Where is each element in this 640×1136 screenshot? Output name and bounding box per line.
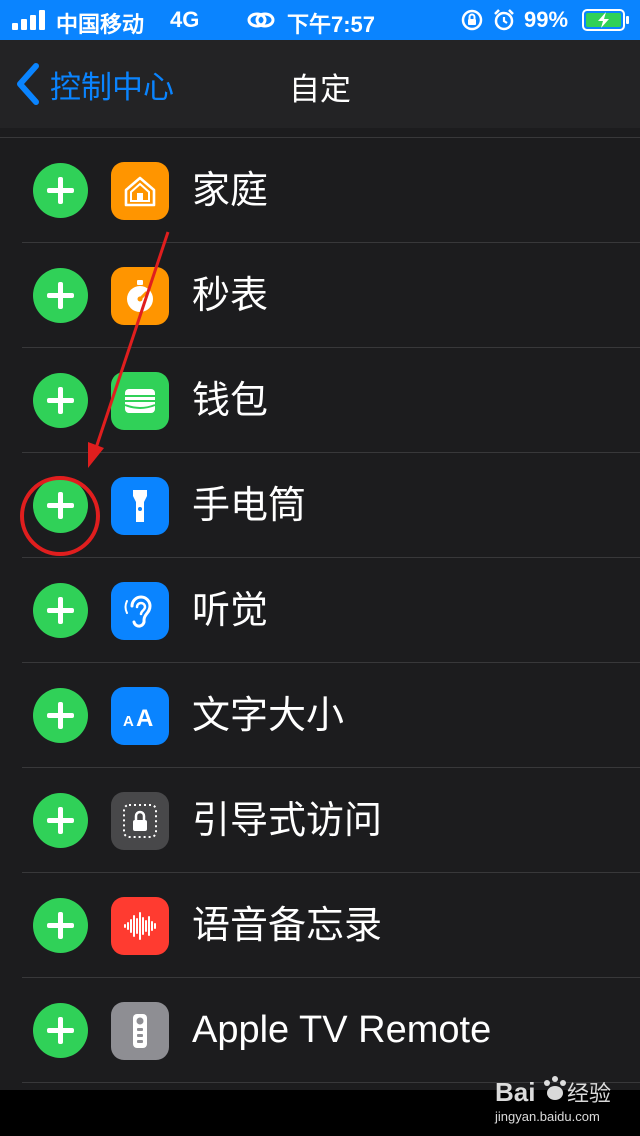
carrier-name: 中国移动 xyxy=(56,12,145,37)
text-size-large-glyph: A xyxy=(136,705,153,732)
flashlight-icon xyxy=(111,477,169,535)
link-icon xyxy=(247,12,275,28)
list-item-label: Apple TV Remote xyxy=(192,1009,492,1051)
add-button[interactable] xyxy=(33,163,88,218)
battery-charging-icon xyxy=(582,9,629,31)
guided-access-icon xyxy=(111,792,169,850)
svg-text:经验: 经验 xyxy=(567,1082,611,1107)
battery-percent: 99% xyxy=(524,7,569,32)
list-item-label: 钱包 xyxy=(192,378,269,422)
add-button[interactable] xyxy=(33,793,88,848)
add-button[interactable] xyxy=(33,688,88,743)
list-item-home: 家庭 xyxy=(0,138,640,243)
list-item-hearing: 听觉 xyxy=(0,558,640,663)
network-type: 4G xyxy=(170,7,200,32)
list-item-guided-access: 引导式访问 xyxy=(0,768,640,873)
add-button[interactable] xyxy=(33,268,88,323)
home-icon xyxy=(111,162,169,220)
list-item-label: 手电筒 xyxy=(192,483,307,527)
annotation-circle xyxy=(20,476,100,556)
list-item-label: 引导式访问 xyxy=(192,798,383,842)
list-item-label: 家庭 xyxy=(192,168,269,212)
add-button[interactable] xyxy=(33,583,88,638)
list-item-text-size: A A 文字大小 xyxy=(0,663,640,768)
status-time: 下午7:57 xyxy=(287,12,376,37)
status-bar: 中国移动 4G 下午7:57 99% xyxy=(0,0,640,40)
signal-icon xyxy=(12,10,46,30)
add-button[interactable] xyxy=(33,898,88,953)
list-item-label: 文字大小 xyxy=(192,693,345,737)
list-item-label: 听觉 xyxy=(192,588,269,632)
baidu-jingyan-watermark-logo: Bai 经验 jingyan.baidu.com xyxy=(494,1076,611,1124)
voice-memos-icon xyxy=(111,897,169,955)
list-item-label: 语音备忘录 xyxy=(192,903,383,947)
list-item-voice-memos: 语音备忘录 xyxy=(0,873,640,978)
svg-text:jingyan.baidu.com: jingyan.baidu.com xyxy=(494,1109,600,1124)
stopwatch-icon xyxy=(111,267,169,325)
text-size-icon: A A xyxy=(111,687,169,745)
list-item-label: 秒表 xyxy=(192,273,269,317)
ear-icon xyxy=(111,582,169,640)
tv-remote-icon xyxy=(111,1002,169,1060)
list-item-stopwatch: 秒表 xyxy=(0,243,640,348)
screen: 中国移动 4G 下午7:57 99% 控制中心 自定 家庭 秒表 钱包 手电筒 … xyxy=(0,0,640,1136)
add-button[interactable] xyxy=(33,373,88,428)
list-item-wallet: 钱包 xyxy=(0,348,640,453)
wallet-icon xyxy=(111,372,169,430)
svg-text:Bai: Bai xyxy=(495,1077,535,1107)
text-size-small-glyph: A xyxy=(123,713,134,730)
alarm-icon xyxy=(494,9,514,31)
add-button[interactable] xyxy=(33,1003,88,1058)
navigation-bar: 控制中心 自定 xyxy=(0,40,640,128)
orientation-lock-icon xyxy=(461,9,483,31)
more-controls-list: 家庭 秒表 钱包 手电筒 听觉 A A 文字大小 引导式访问 语音备忘录 App… xyxy=(0,137,640,1083)
page-title: 自定 xyxy=(289,72,351,108)
